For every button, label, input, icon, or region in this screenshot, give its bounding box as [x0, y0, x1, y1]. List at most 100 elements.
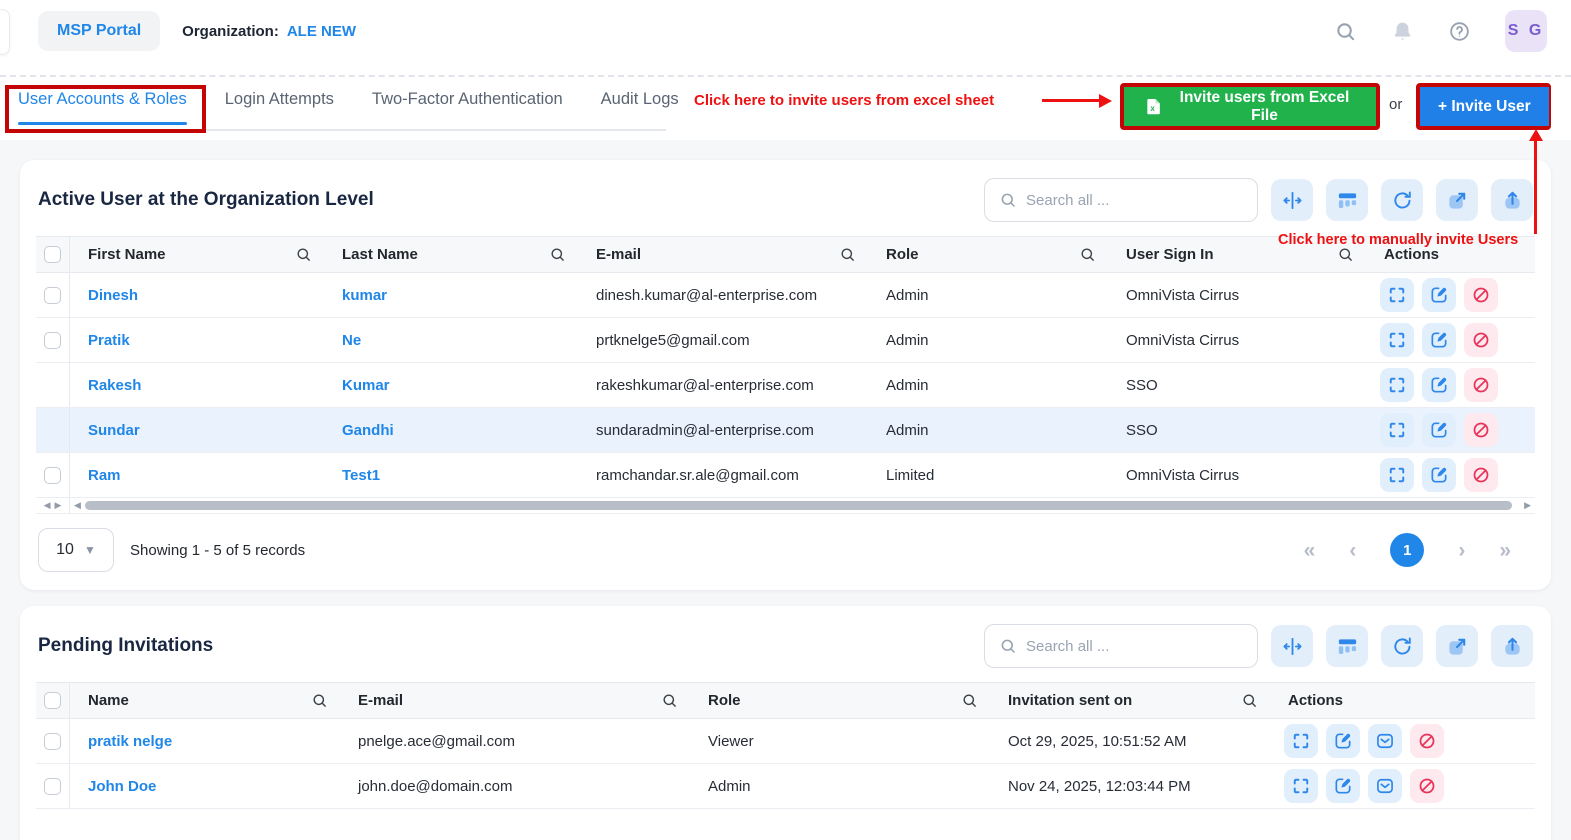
edit-action-button[interactable]: [1422, 458, 1456, 492]
edit-action-button[interactable]: [1422, 278, 1456, 312]
columns-icon[interactable]: [1326, 625, 1368, 667]
tab-user-accounts-roles[interactable]: User Accounts & Roles: [18, 90, 187, 125]
tab-two-factor-authentication[interactable]: Two-Factor Authentication: [372, 90, 563, 123]
last-name[interactable]: Ne: [324, 332, 578, 349]
columns-icon[interactable]: [1326, 179, 1368, 221]
first-name[interactable]: Sundar: [70, 422, 324, 439]
organization-value[interactable]: ALE NEW: [287, 23, 356, 40]
h-scroll-track[interactable]: ◀ ▶: [70, 498, 1535, 513]
column-search-icon[interactable]: [661, 692, 678, 709]
tab-login-attempts[interactable]: Login Attempts: [225, 90, 334, 123]
help-icon[interactable]: [1448, 20, 1471, 43]
column-search-icon[interactable]: [549, 246, 566, 263]
first-name-value[interactable]: Ram: [88, 467, 121, 484]
refresh-icon[interactable]: [1381, 179, 1423, 221]
last-name[interactable]: Gandhi: [324, 422, 578, 439]
tab-audit-logs[interactable]: Audit Logs: [601, 90, 679, 123]
expand-action-button[interactable]: [1284, 724, 1318, 758]
disable-action-button[interactable]: [1464, 368, 1498, 402]
search-icon[interactable]: [1334, 20, 1357, 43]
select-all-checkbox[interactable]: [44, 692, 61, 709]
fit-columns-icon[interactable]: [1271, 625, 1313, 667]
expand-action-button[interactable]: [1380, 368, 1414, 402]
open-external-icon[interactable]: [1436, 625, 1478, 667]
first-name-value[interactable]: Pratik: [88, 332, 130, 349]
pending-search-input[interactable]: [1026, 637, 1243, 655]
last-name-value[interactable]: Ne: [342, 332, 361, 349]
column-search-icon[interactable]: [1241, 692, 1258, 709]
last-name-value[interactable]: Gandhi: [342, 422, 394, 439]
column-search-icon[interactable]: [295, 246, 312, 263]
row-checkbox[interactable]: [44, 286, 61, 304]
h-scroll-thumb[interactable]: [84, 501, 1513, 510]
edit-action-button[interactable]: [1422, 368, 1456, 402]
name-value[interactable]: John Doe: [88, 778, 156, 795]
expand-action-button[interactable]: [1380, 278, 1414, 312]
first-name[interactable]: Dinesh: [70, 287, 324, 304]
first-name[interactable]: Ram: [70, 467, 324, 484]
edit-action-button[interactable]: [1422, 323, 1456, 357]
edit-action-button[interactable]: [1422, 413, 1456, 447]
mail-action-button[interactable]: [1368, 724, 1402, 758]
refresh-icon[interactable]: [1381, 625, 1423, 667]
invite-excel-button[interactable]: x Invite users from Excel File: [1124, 87, 1376, 126]
first-name[interactable]: Pratik: [70, 332, 324, 349]
column-search-icon[interactable]: [1079, 246, 1096, 263]
frozen-col-scroll-buttons[interactable]: ◀ ▶: [36, 498, 70, 513]
fit-columns-icon[interactable]: [1271, 179, 1313, 221]
upload-icon[interactable]: [1491, 179, 1533, 221]
open-external-icon[interactable]: [1436, 179, 1478, 221]
last-name-value[interactable]: Test1: [342, 467, 380, 484]
first-name-value[interactable]: Rakesh: [88, 377, 141, 394]
last-name-value[interactable]: Kumar: [342, 377, 390, 394]
last-name[interactable]: Kumar: [324, 377, 578, 394]
mail-action-button[interactable]: [1368, 769, 1402, 803]
expand-action-button[interactable]: [1380, 413, 1414, 447]
page-size-select[interactable]: 10 ▼: [38, 528, 114, 572]
first-page-button[interactable]: «: [1304, 540, 1316, 561]
upload-icon[interactable]: [1491, 625, 1533, 667]
disable-action-button[interactable]: [1464, 278, 1498, 312]
expand-action-button[interactable]: [1380, 323, 1414, 357]
first-name[interactable]: Rakesh: [70, 377, 324, 394]
next-page-button[interactable]: ›: [1458, 540, 1465, 561]
edit-action-button[interactable]: [1326, 724, 1360, 758]
scroll-left-icon[interactable]: ◀: [44, 500, 51, 511]
edit-action-button[interactable]: [1326, 769, 1360, 803]
active-users-search-input[interactable]: [1026, 191, 1243, 209]
column-search-icon[interactable]: [311, 692, 328, 709]
last-name[interactable]: kumar: [324, 287, 578, 304]
scroll-left-icon[interactable]: ◀: [74, 500, 81, 511]
last-name-value[interactable]: kumar: [342, 287, 387, 304]
last-page-button[interactable]: »: [1499, 540, 1511, 561]
column-search-icon[interactable]: [1337, 246, 1354, 263]
select-all-checkbox[interactable]: [44, 246, 61, 263]
column-search-icon[interactable]: [839, 246, 856, 263]
expand-action-button[interactable]: [1380, 458, 1414, 492]
row-checkbox[interactable]: [44, 331, 61, 349]
msp-portal-badge[interactable]: MSP Portal: [38, 11, 161, 51]
disable-action-button[interactable]: [1410, 769, 1444, 803]
scroll-right-icon[interactable]: ▶: [55, 500, 62, 511]
disable-action-button[interactable]: [1464, 323, 1498, 357]
expand-action-button[interactable]: [1284, 769, 1318, 803]
avatar[interactable]: S G: [1505, 10, 1547, 52]
name[interactable]: pratik nelge: [70, 733, 340, 750]
last-name[interactable]: Test1: [324, 467, 578, 484]
prev-page-button[interactable]: ‹: [1349, 540, 1356, 561]
row-checkbox[interactable]: [44, 777, 61, 795]
invite-user-button[interactable]: + Invite User: [1420, 87, 1549, 126]
name-value[interactable]: pratik nelge: [88, 733, 172, 750]
row-checkbox[interactable]: [44, 466, 61, 484]
disable-action-button[interactable]: [1464, 413, 1498, 447]
name[interactable]: John Doe: [70, 778, 340, 795]
first-name-value[interactable]: Dinesh: [88, 287, 138, 304]
current-page-button[interactable]: 1: [1390, 533, 1425, 567]
row-checkbox[interactable]: [44, 732, 61, 750]
first-name-value[interactable]: Sundar: [88, 422, 140, 439]
disable-action-button[interactable]: [1464, 458, 1498, 492]
bell-icon[interactable]: [1391, 20, 1414, 43]
column-search-icon[interactable]: [961, 692, 978, 709]
disable-action-button[interactable]: [1410, 724, 1444, 758]
scroll-right-icon[interactable]: ▶: [1524, 500, 1531, 511]
